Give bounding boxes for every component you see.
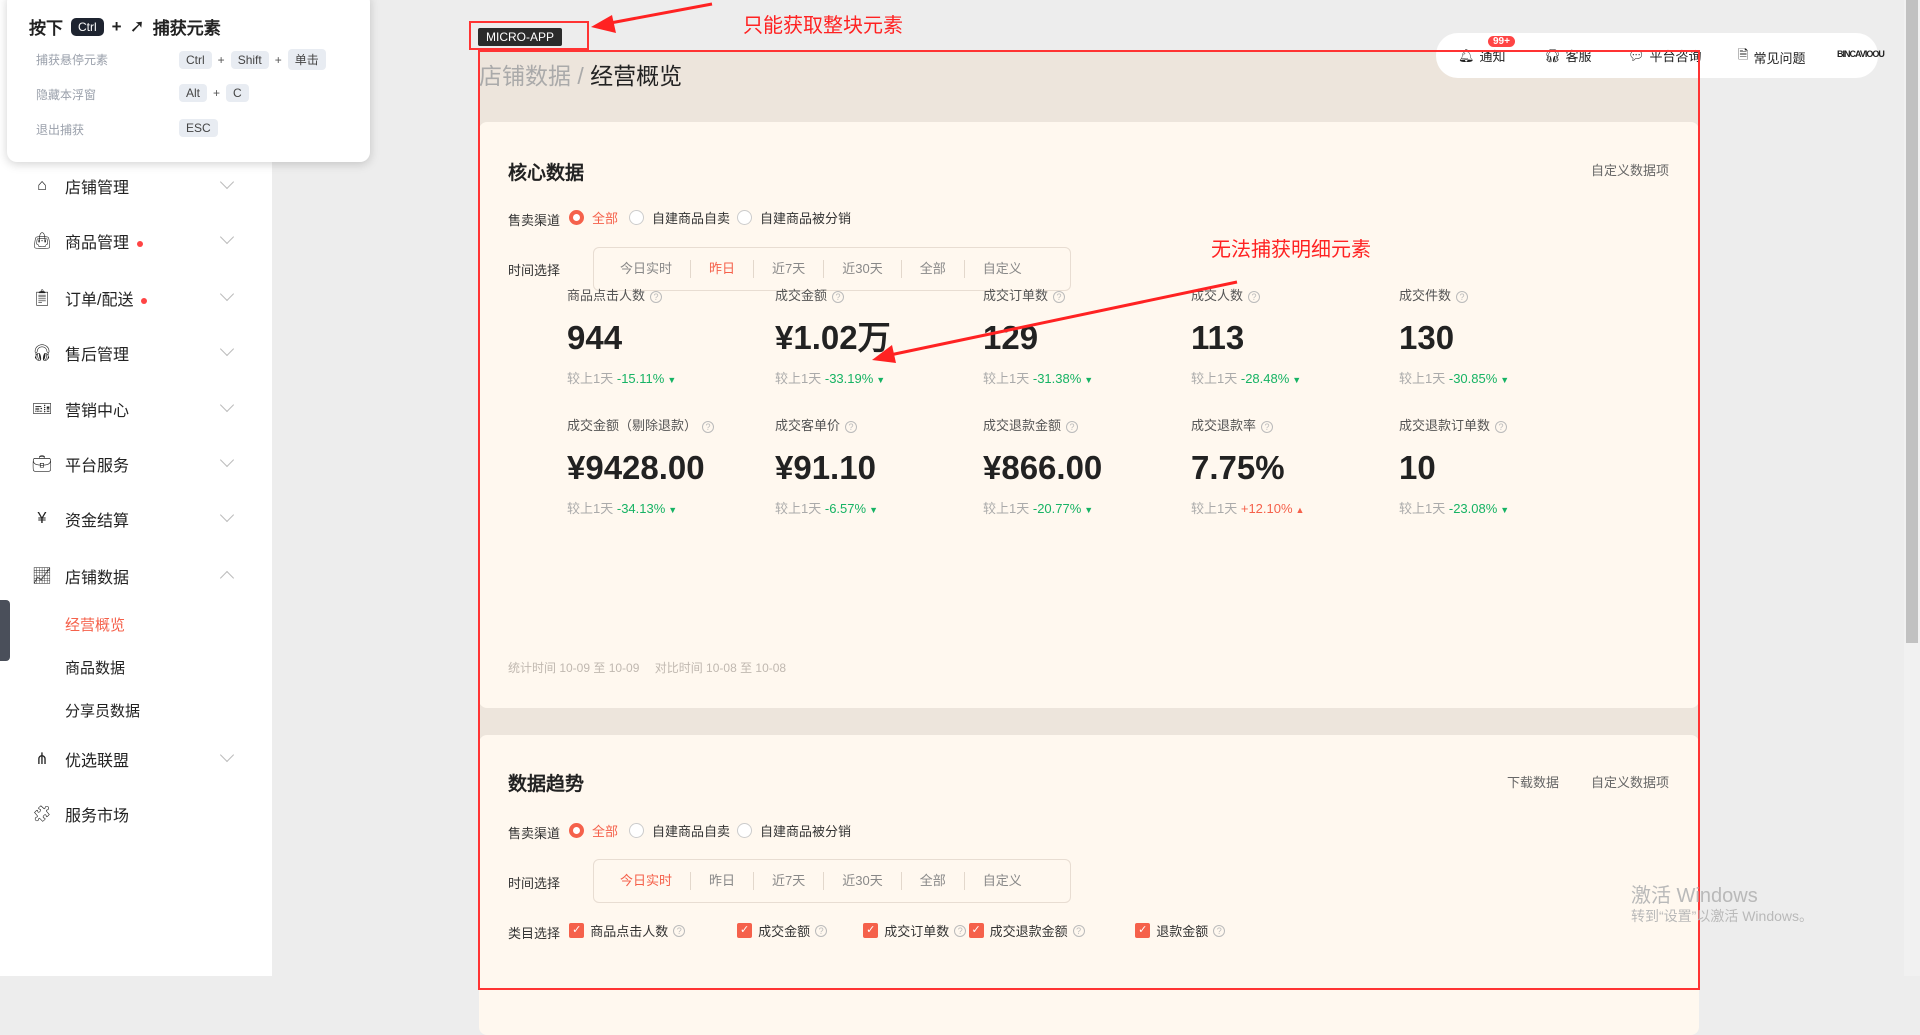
windows-watermark-subtitle: 转到“设置”以激活 Windows。 bbox=[1631, 908, 1814, 924]
annotation-arrows bbox=[591, 2, 1238, 363]
arrow-to-metric bbox=[872, 280, 1238, 363]
windows-watermark-title: 激活 Windows bbox=[1631, 885, 1758, 907]
annotation-whole-block: 只能获取整块元素 bbox=[743, 15, 903, 37]
annotation-detail-element: 无法捕获明细元素 bbox=[1211, 239, 1371, 261]
micro-app-tag: MICRO-APP bbox=[478, 28, 563, 46]
arrow-to-micro-app bbox=[591, 2, 713, 33]
